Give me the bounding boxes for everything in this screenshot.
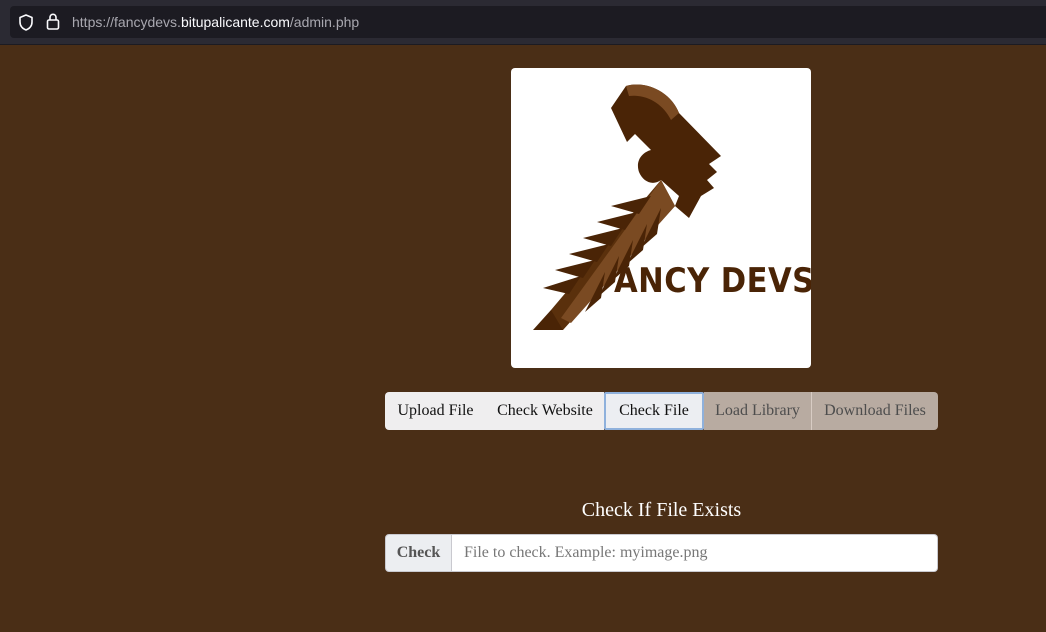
download-files-button[interactable]: Download Files — [811, 392, 938, 430]
check-file-button[interactable]: Check File — [604, 392, 704, 430]
upload-file-button[interactable]: Upload File — [385, 392, 486, 430]
logo-text: ANCY DEVS — [614, 261, 811, 301]
address-bar[interactable]: https://fancydevs.bitupalicante.com/admi… — [10, 6, 1046, 38]
url-domain: bitupalicante.com — [180, 14, 290, 30]
check-website-button[interactable]: Check Website — [486, 392, 604, 430]
load-library-button[interactable]: Load Library — [704, 392, 811, 430]
lock-icon[interactable] — [46, 13, 60, 35]
url-text[interactable]: https://fancydevs.bitupalicante.com/admi… — [72, 14, 359, 30]
admin-nav: Upload File Check Website Check File Loa… — [385, 392, 938, 430]
company-logo: ANCY DEVS — [511, 68, 811, 368]
check-button[interactable]: Check — [385, 534, 452, 572]
url-prefix: https://fancydevs. — [72, 14, 181, 30]
browser-toolbar: https://fancydevs.bitupalicante.com/admi… — [0, 0, 1046, 45]
file-name-input[interactable] — [452, 534, 938, 572]
section-title: Check If File Exists — [581, 499, 742, 521]
hammer-screw-icon — [533, 84, 721, 330]
url-path: /admin.php — [289, 14, 360, 30]
check-file-form: Check — [385, 534, 938, 572]
shield-icon[interactable] — [18, 14, 34, 36]
